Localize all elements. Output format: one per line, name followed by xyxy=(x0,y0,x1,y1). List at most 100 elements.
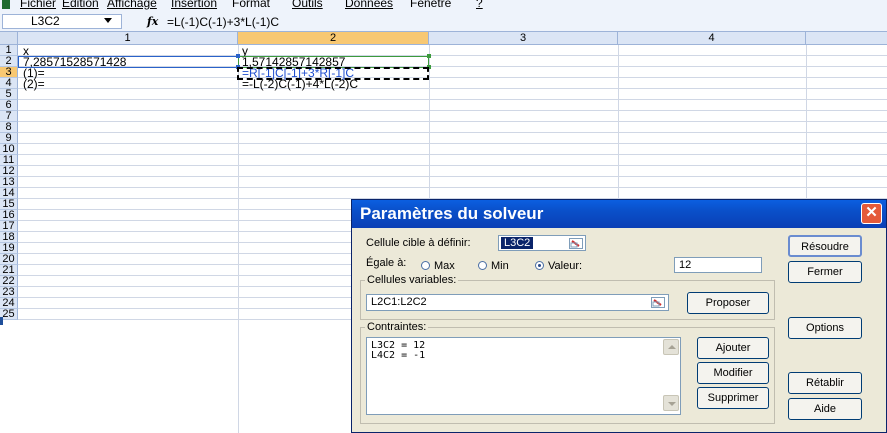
options-button[interactable]: Options xyxy=(788,317,862,339)
column-header-4-label: 4 xyxy=(708,32,715,44)
gridline xyxy=(18,165,887,166)
radio-value[interactable] xyxy=(535,261,544,270)
help-button[interactable]: Aide xyxy=(788,398,862,420)
menu-fenetre-label: Fenêtre xyxy=(410,0,452,10)
menu-outils-label: Outils xyxy=(292,0,323,10)
help-button-label: Aide xyxy=(813,403,837,415)
propose-button[interactable]: Proposer xyxy=(687,292,769,314)
column-header-2[interactable]: 2 xyxy=(238,32,429,45)
menu-bar: Fichier Edition Affichage Insertion Form… xyxy=(0,0,887,13)
add-button-label: Ajouter xyxy=(715,342,751,354)
radio-value-label[interactable]: Valeur: xyxy=(548,260,582,272)
target-cell-label: Cellule cible à définir: xyxy=(366,237,471,249)
close-icon[interactable]: ✕ xyxy=(861,203,882,224)
dialog-title: Paramètres du solveur xyxy=(360,204,544,223)
column-header-1[interactable]: 1 xyxy=(18,32,238,45)
reset-button-label: Rétablir xyxy=(806,377,844,389)
formula-input[interactable]: =L(-1)C(-1)+3*L(-1)C xyxy=(167,15,279,29)
dialog-titlebar[interactable]: Paramètres du solveur xyxy=(352,200,886,228)
collapse-dialog-icon[interactable] xyxy=(651,297,665,308)
menu-format[interactable]: Format xyxy=(232,0,270,10)
constraints-label: Contraintes: xyxy=(365,321,429,333)
scroll-down-icon[interactable] xyxy=(663,395,679,411)
menu-edition[interactable]: Edition xyxy=(62,0,99,10)
gridline xyxy=(18,110,887,111)
menu-insertion-label: Insertion xyxy=(171,0,218,10)
target-cell-input[interactable]: L3C2 xyxy=(498,235,586,251)
menu-donnees[interactable]: Données xyxy=(345,0,393,10)
equal-to-label: Égale à: xyxy=(366,257,406,269)
menu-donnees-label: Données xyxy=(345,0,394,10)
formula-bar: L3C2 fx =L(-1)C(-1)+3*L(-1)C xyxy=(0,13,887,32)
delete-button[interactable]: Supprimer xyxy=(697,387,769,409)
modify-button[interactable]: Modifier xyxy=(697,362,769,384)
name-box-dropdown-icon[interactable] xyxy=(104,18,112,23)
gridline xyxy=(18,88,887,89)
column-header-3[interactable]: 3 xyxy=(429,32,618,45)
column-header-5[interactable] xyxy=(806,32,887,45)
target-cell-label-text: Cellule cible à définir: xyxy=(366,237,471,249)
variable-cells-input[interactable]: L2C1:L2C2 xyxy=(366,294,669,311)
radio-max[interactable] xyxy=(421,261,430,270)
menu-affichage-label: Affichage xyxy=(107,0,157,10)
gridline xyxy=(18,77,887,78)
menu-outils[interactable]: Outils xyxy=(292,0,323,10)
resolve-button[interactable]: Résoudre xyxy=(788,235,862,257)
column-header-2-label: 2 xyxy=(329,32,337,44)
excel-app-icon[interactable] xyxy=(2,0,10,9)
constraints-label-text: Contraintes: xyxy=(367,321,427,333)
menu-fichier[interactable]: Fichier xyxy=(20,0,56,10)
menu-help[interactable]: ? xyxy=(476,0,483,10)
gridline xyxy=(18,121,887,122)
collapse-dialog-icon[interactable] xyxy=(569,238,583,249)
delete-button-label: Supprimer xyxy=(707,392,759,404)
target-cell-value: L3C2 xyxy=(501,237,534,249)
constraints-list[interactable]: L3C2 = 12 L4C2 = -1 xyxy=(366,337,681,415)
menu-fichier-label: Fichier xyxy=(20,0,57,10)
reference-highlight-blue xyxy=(18,56,239,68)
name-box-value: L3C2 xyxy=(31,14,60,28)
gridline xyxy=(18,187,887,188)
constraint-item[interactable]: L4C2 = -1 xyxy=(371,351,676,361)
reset-button[interactable]: Rétablir xyxy=(788,372,862,394)
add-button[interactable]: Ajouter xyxy=(697,337,769,359)
menu-edition-label: Edition xyxy=(62,0,99,10)
solver-dialog: Paramètres du solveur ✕ Cellule cible à … xyxy=(351,199,887,433)
active-cell-marquee xyxy=(237,67,429,80)
menu-help-label: ? xyxy=(476,0,483,10)
variable-cells-label-text: Cellules variables: xyxy=(367,274,457,286)
modify-button-label: Modifier xyxy=(713,367,753,379)
gridline xyxy=(18,154,887,155)
options-button-label: Options xyxy=(806,322,844,334)
cell-r4c1[interactable]: (2)= xyxy=(20,78,45,90)
value-input-text: 12 xyxy=(679,259,692,271)
gridline xyxy=(238,45,239,433)
radio-min[interactable] xyxy=(478,261,487,270)
variable-cells-label: Cellules variables: xyxy=(365,274,459,286)
menu-affichage[interactable]: Affichage xyxy=(107,0,157,10)
menu-format-label: Format xyxy=(232,0,271,10)
column-header-1-label: 1 xyxy=(124,32,131,44)
menu-insertion[interactable]: Insertion xyxy=(171,0,217,10)
gridline xyxy=(18,99,887,100)
radio-max-label[interactable]: Max xyxy=(434,260,455,272)
fx-icon[interactable]: fx xyxy=(147,15,158,28)
value-input[interactable]: 12 xyxy=(674,257,762,273)
resolve-button-label: Résoudre xyxy=(801,241,849,253)
column-header-3-label: 3 xyxy=(519,32,527,44)
variable-cells-value: L2C1:L2C2 xyxy=(371,296,427,308)
scroll-up-icon[interactable] xyxy=(663,339,679,355)
cell-r4c2[interactable]: =-L(-2)C(-1)+4*L(-2)C xyxy=(239,78,358,90)
gridline xyxy=(18,176,887,177)
blue-handle[interactable] xyxy=(236,54,240,58)
close-button[interactable]: Fermer xyxy=(788,261,862,283)
radio-min-label[interactable]: Min xyxy=(491,260,509,272)
column-header-4[interactable]: 4 xyxy=(618,32,806,45)
left-edge-marker xyxy=(0,317,3,325)
equal-to-label-text: Égale à: xyxy=(366,257,407,269)
gridline xyxy=(18,143,887,144)
gridline xyxy=(18,132,887,133)
menu-fenetre[interactable]: Fenêtre xyxy=(410,0,451,10)
green-handle[interactable] xyxy=(427,54,431,58)
close-button-label: Fermer xyxy=(807,266,843,278)
